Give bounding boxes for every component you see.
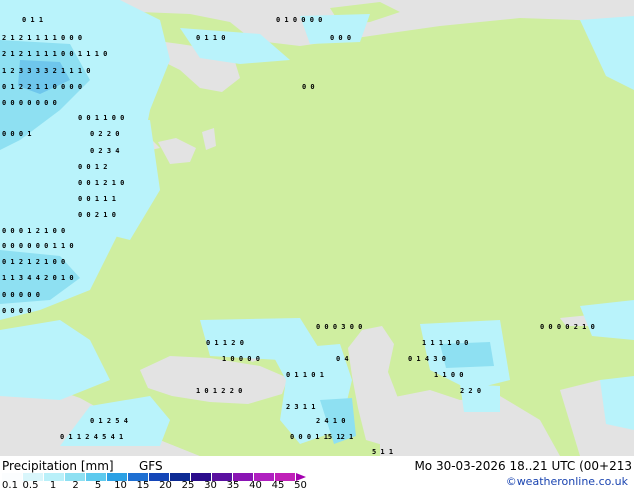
value-row: 0 0 <box>302 83 315 91</box>
value-row: 0 1 1 0 <box>196 34 226 42</box>
value-row: 0 1 2 2 1 1 0 0 0 0 <box>2 83 83 91</box>
precip-east <box>580 16 634 90</box>
value-row: 0 2 3 4 <box>90 147 120 155</box>
value-row: 1 1 1 1 0 0 <box>422 339 469 347</box>
value-row: 0 0 0 1 2 1 0 0 <box>2 227 66 235</box>
value-row: 0 0 0 0 0 0 1 1 0 <box>2 242 74 250</box>
value-row: 1 0 1 2 2 0 <box>196 387 243 395</box>
map-base <box>0 0 634 456</box>
value-row: 0 0 1 2 1 0 <box>78 179 125 187</box>
value-row: 5 1 1 <box>372 448 394 456</box>
value-row: 0 1 2 1 2 1 0 0 <box>2 258 66 266</box>
credit-link[interactable]: ©weatheronline.co.uk <box>506 475 628 488</box>
value-row: 0 0 0 0 <box>2 307 32 315</box>
value-row: 2 3 1 1 <box>286 403 316 411</box>
forecast-timestamp: Mo 30-03-2026 18..21 UTC (00+213 <box>414 459 632 473</box>
value-row: 0 4 <box>336 355 349 363</box>
lake-onega <box>202 128 216 150</box>
value-row: 0 0 0 3 0 0 <box>316 323 363 331</box>
precipitation-map: 0 1 1 0 1 0 0 0 0 0 0 0 2 1 2 1 1 1 1 0 … <box>0 0 634 456</box>
legend-title: Precipitation [mm] <box>2 459 114 473</box>
black-sea <box>140 356 288 404</box>
precip-far-east <box>580 300 634 340</box>
value-row: 1 2 3 3 3 3 2 1 1 1 0 <box>2 67 91 75</box>
value-row: 0 0 1 2 <box>78 163 108 171</box>
value-row: 1 1 3 4 4 2 0 1 0 <box>2 274 74 282</box>
value-row: 2 1 2 1 1 1 1 0 0 1 1 1 0 <box>2 50 108 58</box>
value-row: 2 2 0 <box>460 387 482 395</box>
value-row: 0 1 1 2 4 5 4 1 <box>60 433 124 441</box>
value-row: 0 2 2 0 <box>90 130 120 138</box>
value-row: 0 0 0 <box>330 34 352 42</box>
value-row: 1 1 0 0 <box>434 371 464 379</box>
value-row: 2 1 2 1 1 1 1 0 0 0 <box>2 34 83 42</box>
map-footer: Precipitation [mm] GFS Mo 30-03-2026 18.… <box>0 456 634 491</box>
value-row: 0 1 1 0 1 <box>286 371 324 379</box>
value-row: 0 0 0 1 <box>2 130 32 138</box>
value-row: 0 1 1 2 0 <box>206 339 244 347</box>
value-row: 0 0 0 1 15 12 1 <box>290 433 354 441</box>
value-row: 0 0 1 1 1 <box>78 195 116 203</box>
value-row: 0 0 0 0 0 <box>2 291 40 299</box>
value-row: 0 0 0 0 2 1 0 <box>540 323 595 331</box>
value-row: 1 0 0 0 0 <box>222 355 260 363</box>
value-row: 0 1 1 <box>22 16 44 24</box>
model-label: GFS <box>139 459 163 473</box>
precip-balkan <box>0 320 110 400</box>
value-row: 0 0 1 1 0 0 <box>78 114 125 122</box>
lake-ladoga <box>158 138 196 164</box>
value-row: 0 1 2 5 4 <box>90 417 128 425</box>
value-row: 0 0 2 1 0 <box>78 211 116 219</box>
value-row: 2 4 1 0 <box>316 417 346 425</box>
value-row: 0 1 0 0 0 0 <box>276 16 323 24</box>
value-row: 0 0 0 0 0 0 0 <box>2 99 57 107</box>
value-row: 0 1 4 3 0 <box>408 355 446 363</box>
